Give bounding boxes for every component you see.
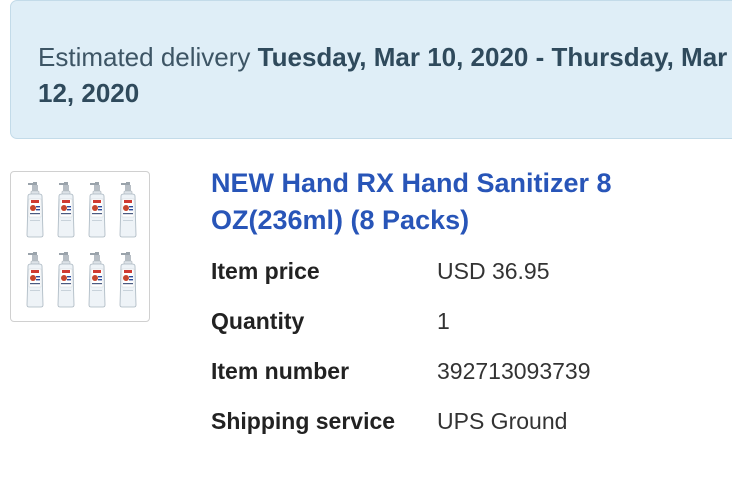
shipping-service-value: UPS Ground [437,408,568,434]
quantity-row: Quantity 1 [211,308,711,338]
item-number-row: Item number 392713093739 [211,358,711,388]
shipping-service-label: Shipping service [211,408,396,434]
sanitizer-bottle-icon [84,182,110,238]
shipping-service-row: Shipping service UPS Ground [211,408,711,438]
product-image[interactable] [10,171,150,322]
bottle-grid [22,182,141,308]
quantity-value: 1 [437,308,450,334]
estimated-delivery-text: Estimated delivery Tuesday, Mar 10, 2020… [38,39,732,111]
sanitizer-bottle-icon [115,252,141,308]
sanitizer-bottle-icon [115,182,141,238]
item-number-label: Item number [211,358,350,384]
item-number-value: 392713093739 [437,358,591,384]
sanitizer-bottle-icon [53,182,79,238]
item-price-value: USD 36.95 [437,258,550,284]
sanitizer-bottle-icon [22,252,48,308]
item-price-label: Item price [211,258,320,284]
sanitizer-bottle-icon [84,252,110,308]
quantity-label: Quantity [211,308,305,334]
sanitizer-bottle-icon [22,182,48,238]
delivery-label: Estimated delivery [38,42,251,72]
item-price-row: Item price USD 36.95 [211,258,711,288]
sanitizer-bottle-icon [53,252,79,308]
product-title-link[interactable]: NEW Hand RX Hand Sanitizer 8 OZ(236ml) (… [211,165,711,239]
